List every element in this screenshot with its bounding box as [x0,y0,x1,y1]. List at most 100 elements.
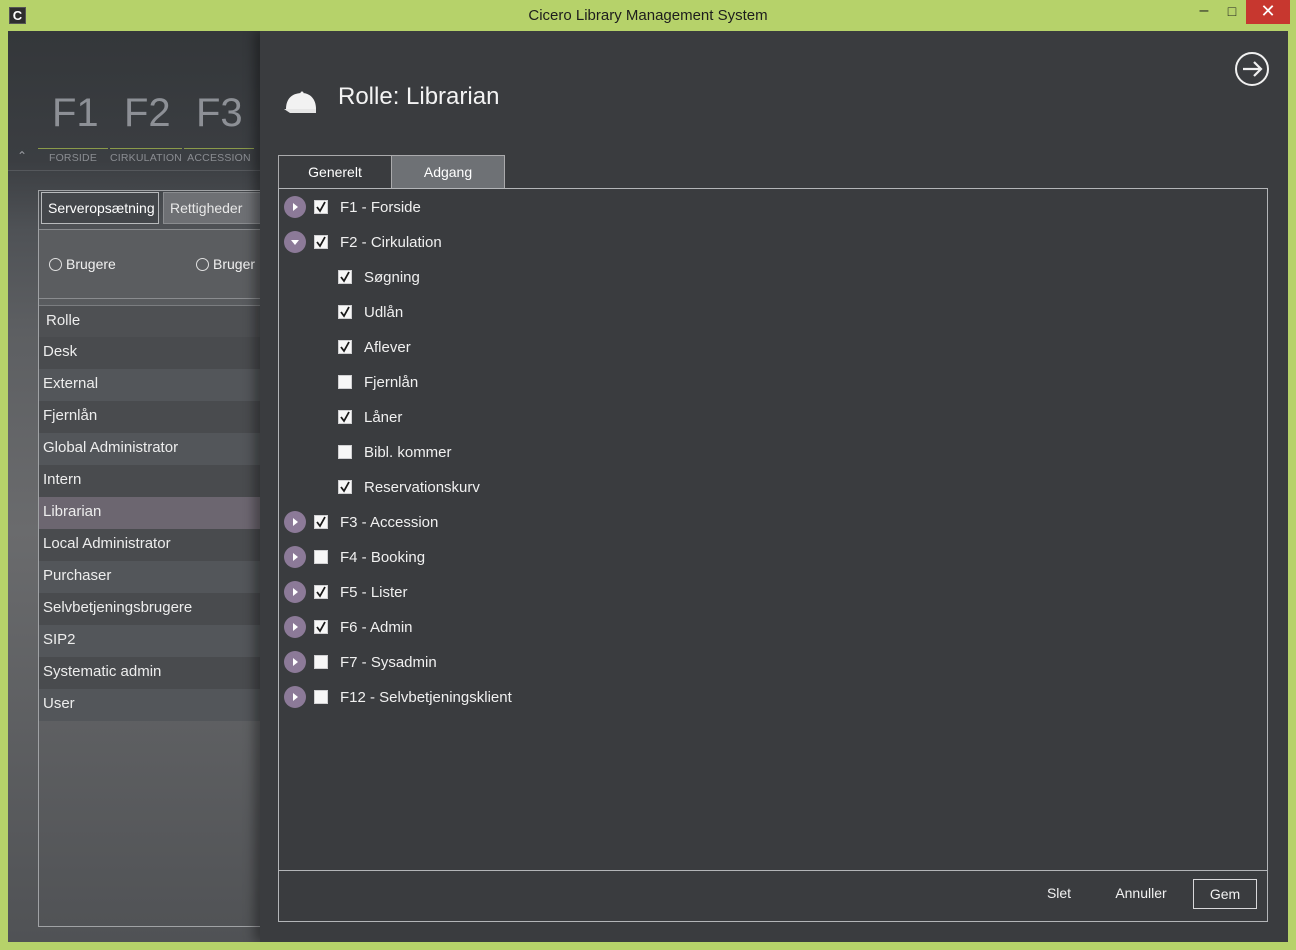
tree-item-label: Udlån [364,303,404,321]
tree-leaf[interactable]: Aflever [338,334,411,360]
subtab-server-setup[interactable]: Serveropsætning [41,192,159,224]
tree-leaf[interactable]: Reservationskurv [338,474,480,500]
checkbox[interactable] [314,235,328,249]
minimize-button[interactable]: – [1190,0,1218,24]
checkbox[interactable] [314,620,328,634]
role-list-header[interactable]: Rolle [39,305,261,337]
footer-divider [279,870,1267,871]
tree-leaf[interactable]: Låner [338,404,402,430]
cap-icon [284,91,316,113]
role-item[interactable]: Selvbetjeningsbrugere [39,593,261,625]
close-button[interactable]: ✕ [1246,0,1290,24]
subtab-rights[interactable]: Rettigheder [163,192,263,224]
radio-user-groups-label: Bruger [213,256,256,272]
fkey-f2-label[interactable]: CIRKULATION [110,148,182,164]
tree-node[interactable]: F3 - Accession [284,509,438,535]
tree-item-label: Fjernlån [364,373,419,391]
tab-access[interactable]: Adgang [391,155,505,189]
checkmark-icon [316,586,326,598]
checkbox[interactable] [314,550,328,564]
fkey-f3-label[interactable]: ACCESSION [184,148,254,164]
fkey-f2[interactable]: F2 [124,91,171,136]
role-item[interactable]: Global Administrator [39,433,261,465]
role-item[interactable]: User [39,689,261,721]
tree-item-label: Bibl. kommer [364,443,452,461]
role-item[interactable]: External [39,369,261,401]
tree-node[interactable]: F5 - Lister [284,579,408,605]
tree-item-label: F5 - Lister [340,583,408,601]
tree-node[interactable]: F6 - Admin [284,614,413,640]
expand-icon[interactable] [284,196,306,218]
role-item[interactable]: Fjernlån [39,401,261,433]
delete-button[interactable]: Slet [1037,879,1081,909]
tree-item-label: F2 - Cirkulation [340,233,442,251]
title-bar: C Cicero Library Management System – □ ✕ [0,0,1296,31]
role-item[interactable]: Desk [39,337,261,369]
access-panel: F1 - Forside F2 - Cirkulation Søgning Udlån… [278,188,1268,922]
tree-item-label: F3 - Accession [340,513,439,531]
tree-node[interactable]: F4 - Booking [284,544,425,570]
left-panel: F1 F2 F3 ⌃ FORSIDE CIRKULATION ACCESSION… [8,31,263,942]
checkbox[interactable] [338,340,352,354]
tree-node[interactable]: F7 - Sysadmin [284,649,437,675]
checkbox[interactable] [338,270,352,284]
expand-icon[interactable] [284,546,306,568]
tree-leaf[interactable]: Søgning [338,264,420,290]
tab-general[interactable]: Generelt [278,155,392,189]
radio-users-label: Brugere [66,256,116,272]
checkbox[interactable] [338,480,352,494]
radio-circle-icon [49,258,62,271]
checkbox[interactable] [314,515,328,529]
radio-users[interactable]: Brugere [49,256,116,272]
checkbox[interactable] [338,305,352,319]
fkey-f1[interactable]: F1 [52,91,99,136]
fkey-f3[interactable]: F3 [196,91,243,136]
user-type-radio-group: Brugere Bruger [39,229,261,299]
collapse-icon[interactable] [284,231,306,253]
maximize-button[interactable]: □ [1218,0,1246,24]
role-item[interactable]: Systematic admin [39,657,261,689]
tree-node[interactable]: F12 - Selvbetjeningsklient [284,684,512,710]
checkbox[interactable] [338,410,352,424]
dialog-title: Rolle: Librarian [338,83,500,110]
tree-leaf[interactable]: Udlån [338,299,403,325]
tree-leaf[interactable]: Bibl. kommer [338,439,452,465]
tree-node[interactable]: F2 - Cirkulation [284,229,442,255]
role-item-selected[interactable]: Librarian [39,497,261,529]
checkmark-icon [316,201,326,213]
save-button[interactable]: Gem [1193,879,1257,909]
tree-item-label: Søgning [364,268,420,286]
checkbox[interactable] [314,655,328,669]
role-item[interactable]: Intern [39,465,261,497]
checkbox[interactable] [314,585,328,599]
radio-circle-icon [196,258,209,271]
role-dialog: Rolle: Librarian Generelt Adgang F1 - Fo… [260,31,1288,942]
role-item[interactable]: Local Administrator [39,529,261,561]
window-title: Cicero Library Management System [528,7,768,24]
chevron-up-icon[interactable]: ⌃ [17,149,27,163]
checkbox[interactable] [314,690,328,704]
tree-item-label: F1 - Forside [340,198,421,216]
tree-node[interactable]: F1 - Forside [284,194,421,220]
role-item[interactable]: Purchaser [39,561,261,593]
expand-icon[interactable] [284,511,306,533]
checkmark-icon [340,341,350,353]
role-item[interactable]: SIP2 [39,625,261,657]
tree-item-label: Låner [364,408,403,426]
expand-icon[interactable] [284,581,306,603]
checkbox[interactable] [314,200,328,214]
expand-icon[interactable] [284,686,306,708]
checkmark-icon [340,306,350,318]
checkbox[interactable] [338,375,352,389]
checkmark-icon [316,516,326,528]
checkmark-icon [316,236,326,248]
fkey-f1-label[interactable]: FORSIDE [38,148,108,164]
radio-user-groups[interactable]: Bruger [196,256,255,272]
checkmark-icon [316,621,326,633]
exit-icon[interactable] [1234,51,1270,87]
expand-icon[interactable] [284,651,306,673]
checkbox[interactable] [338,445,352,459]
expand-icon[interactable] [284,616,306,638]
tree-leaf[interactable]: Fjernlån [338,369,418,395]
cancel-button[interactable]: Annuller [1109,879,1173,909]
